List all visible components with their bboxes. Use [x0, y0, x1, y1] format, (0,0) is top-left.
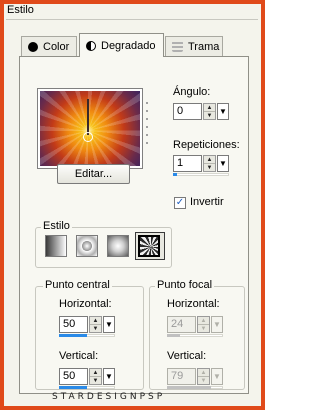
repeats-slider-fill — [173, 173, 177, 176]
center-horizontal-input[interactable]: 50 — [59, 316, 88, 333]
focal-horizontal-input[interactable]: 24 — [167, 316, 196, 333]
focal-vertical-input[interactable]: 79 — [167, 368, 196, 385]
tab-color-label: Color — [43, 40, 70, 53]
focal-point-label: Punto focal — [155, 279, 215, 291]
preview-scale — [145, 102, 149, 152]
repeats-label: Repeticiones: — [173, 139, 240, 151]
edit-button[interactable]: Editar... — [57, 164, 130, 184]
center-horizontal-fill — [59, 334, 87, 337]
focal-horizontal-fill — [167, 334, 180, 337]
center-vertical-input[interactable]: 50 — [59, 368, 88, 385]
grid-icon — [172, 41, 183, 52]
angle-needle[interactable] — [87, 99, 89, 135]
repeats-spinner[interactable]: ▲ ▼ — [203, 155, 216, 172]
tab-pattern-label: Trama — [188, 40, 220, 53]
repeats-slider-track[interactable] — [173, 173, 229, 176]
focal-horizontal-spinner[interactable]: ▲ ▼ — [197, 316, 210, 333]
center-horizontal-label: Horizontal: — [59, 298, 112, 310]
center-horizontal-dropdown[interactable]: ▼ — [103, 316, 115, 333]
gradient-preview-image — [40, 91, 140, 166]
angle-dropdown[interactable]: ▼ — [217, 103, 229, 120]
center-horizontal-spinner[interactable]: ▲ ▼ — [89, 316, 102, 333]
center-vertical-spinner[interactable]: ▲ ▼ — [89, 368, 102, 385]
tab-pattern[interactable]: Trama — [165, 36, 223, 56]
rectangular-style-icon[interactable] — [76, 235, 98, 257]
window-title: Estilo — [7, 4, 34, 16]
center-point-label: Punto central — [43, 279, 112, 291]
sunburst-style-icon[interactable] — [138, 235, 160, 257]
focal-vertical-dropdown[interactable]: ▼ — [211, 368, 223, 385]
angle-label: Ángulo: — [173, 86, 211, 98]
center-vertical-fill — [59, 386, 87, 389]
invert-checkbox[interactable]: ✓ — [174, 197, 186, 209]
focal-vertical-spinner[interactable]: ▲ ▼ — [197, 368, 210, 385]
gradient-preview[interactable] — [37, 88, 143, 169]
angle-spinner[interactable]: ▲ ▼ — [203, 103, 216, 120]
circle-icon — [28, 41, 38, 52]
repeats-input[interactable]: 1 — [173, 155, 202, 172]
repeats-dropdown[interactable]: ▼ — [217, 155, 229, 172]
center-handle[interactable] — [83, 132, 93, 142]
focal-vertical-fill — [167, 386, 211, 389]
focal-horizontal-label: Horizontal: — [167, 298, 220, 310]
tab-color[interactable]: Color — [21, 36, 77, 56]
radial-style-icon[interactable] — [107, 235, 129, 257]
invert-label: Invertir — [190, 196, 224, 208]
center-vertical-label: Vertical: — [59, 350, 99, 362]
half-circle-icon — [86, 40, 96, 51]
focal-horizontal-dropdown[interactable]: ▼ — [211, 316, 223, 333]
tab-gradient[interactable]: Degradado — [79, 33, 164, 57]
style-group-label: Estilo — [41, 220, 72, 232]
tab-gradient-label: Degradado — [101, 39, 156, 52]
center-vertical-dropdown[interactable]: ▼ — [103, 368, 115, 385]
angle-input[interactable]: 0 — [173, 103, 202, 120]
watermark: STARDESIGNPSP — [52, 392, 166, 402]
linear-style-icon[interactable] — [45, 235, 67, 257]
focal-vertical-label: Vertical: — [167, 350, 207, 362]
title-divider — [6, 19, 258, 20]
